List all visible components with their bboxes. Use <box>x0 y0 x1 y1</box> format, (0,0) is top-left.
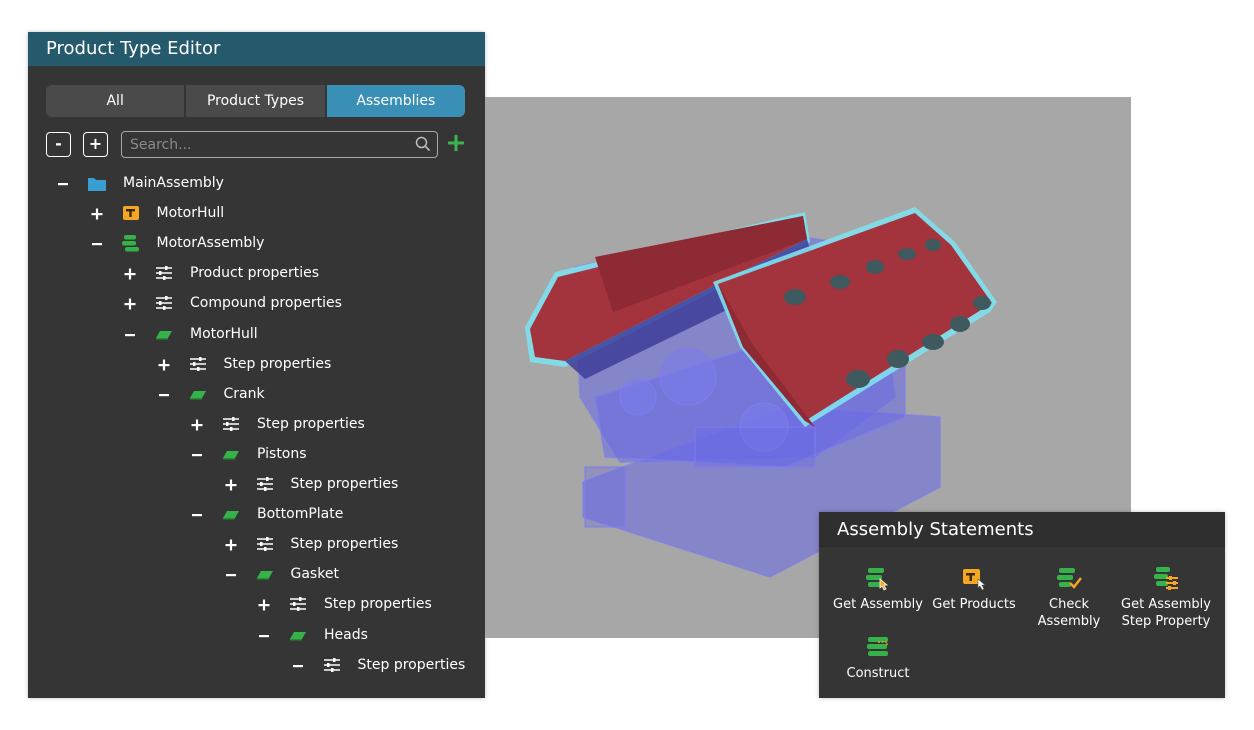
tree-node[interactable]: MotorAssembly <box>28 231 485 255</box>
expand-icon[interactable] <box>190 417 204 431</box>
collapse-icon[interactable] <box>56 176 70 190</box>
construct-icon <box>867 637 888 656</box>
tree-node-label: Step properties <box>257 415 365 432</box>
get-products-label: Get Products <box>932 597 1016 612</box>
tree-node-label: Step properties <box>324 596 432 613</box>
tree-node-label: MotorHull <box>156 205 225 222</box>
properties-icon <box>188 354 208 374</box>
step-icon <box>255 564 275 584</box>
check-assembly-statement[interactable]: Check Assembly <box>1021 564 1117 630</box>
collapse-icon[interactable] <box>190 447 204 461</box>
get-assembly-icon <box>866 568 889 591</box>
tree-node-label: Compound properties <box>190 295 342 312</box>
properties-icon <box>221 414 241 434</box>
editor-title: Product Type Editor <box>28 32 485 66</box>
search-input[interactable] <box>128 134 412 156</box>
tree-node-label: MotorHull <box>190 325 258 342</box>
tree-node-label: Step properties <box>357 656 466 673</box>
get-products-icon <box>963 569 986 591</box>
collapse-icon[interactable] <box>257 628 271 642</box>
tree-node[interactable]: Pistons <box>28 442 485 466</box>
tree-node-label: BottomPlate <box>257 506 344 523</box>
tree-node-label: MainAssembly <box>123 175 224 191</box>
tree-node[interactable]: MotorHull <box>28 322 485 346</box>
construct-label: Construct <box>846 666 910 681</box>
step-icon <box>188 384 208 404</box>
get-products-statement[interactable]: Get Products <box>926 564 1022 613</box>
folder-icon <box>87 173 107 193</box>
properties-icon <box>255 474 275 494</box>
get-assembly-step-property-label: Get Assembly Step Property <box>1121 597 1211 629</box>
collapse-all-button[interactable]: - <box>46 132 71 157</box>
tab-assemblies[interactable]: Assemblies <box>326 85 465 117</box>
tree-node-label: Heads <box>324 626 368 643</box>
expand-icon[interactable] <box>157 357 171 371</box>
tab-all[interactable]: All <box>46 85 187 117</box>
collapse-icon[interactable] <box>90 236 104 250</box>
search-icon[interactable] <box>415 136 431 152</box>
get-assembly-step-property-statement[interactable]: Get Assembly Step Property <box>1118 564 1214 630</box>
collapse-icon[interactable] <box>190 507 204 521</box>
expand-icon[interactable] <box>224 537 238 551</box>
check-assembly-label: Check Assembly <box>1037 597 1101 629</box>
tree-node[interactable]: Product properties <box>28 261 485 285</box>
tree-node[interactable]: Step properties <box>28 412 485 436</box>
tree-node-label: Step properties <box>290 476 399 492</box>
properties-icon <box>322 655 342 675</box>
step-icon <box>154 324 174 344</box>
assembly-icon <box>121 233 141 253</box>
tree-node-label: Product properties <box>190 265 320 282</box>
tree-node-label: Crank <box>223 385 265 402</box>
properties-icon <box>154 293 174 313</box>
editor-tabs: All Product Types Assemblies <box>46 85 465 117</box>
tree-node-label: Pistons <box>257 445 307 462</box>
collapse-icon[interactable] <box>123 327 137 341</box>
tree-node[interactable]: MotorHull <box>28 201 485 225</box>
properties-icon <box>288 594 308 614</box>
tree-node-label: Step properties <box>290 536 399 553</box>
expand-icon[interactable] <box>123 296 137 310</box>
get-assembly-step-property-icon <box>1154 567 1178 590</box>
expand-icon[interactable] <box>257 597 271 611</box>
collapse-icon[interactable] <box>157 387 171 401</box>
expand-icon[interactable] <box>90 206 104 220</box>
expand-icon[interactable] <box>123 266 137 280</box>
tree-node-label: MotorAssembly <box>156 235 265 252</box>
collapse-icon[interactable] <box>224 567 238 581</box>
check-assembly-icon <box>1057 568 1082 589</box>
tree-node[interactable]: Gasket <box>28 562 485 586</box>
expand-icon[interactable] <box>224 477 238 491</box>
add-icon[interactable] <box>446 133 466 153</box>
tree-node-label: Step properties <box>223 355 332 372</box>
tree-node[interactable]: BottomPlate <box>28 502 485 526</box>
properties-icon <box>255 534 275 554</box>
step-icon <box>288 625 308 645</box>
tree-node[interactable]: Step properties <box>28 472 485 496</box>
tree-node[interactable]: MainAssembly <box>28 171 485 195</box>
assembly-statements-panel: Assembly Statements Get Assembly Get Pro… <box>819 512 1225 698</box>
search-box <box>121 131 438 158</box>
tree-node[interactable]: Compound properties <box>28 291 485 315</box>
get-assembly-statement[interactable]: Get Assembly <box>830 564 926 613</box>
properties-icon <box>154 263 174 283</box>
product-type-editor-panel: Product Type Editor All Product Types As… <box>28 32 485 698</box>
tab-product-types[interactable]: Product Types <box>186 85 327 117</box>
tree-node[interactable]: Step properties <box>28 532 485 556</box>
step-icon <box>221 444 241 464</box>
step-icon <box>221 504 241 524</box>
tree-node-label: Gasket <box>290 566 339 583</box>
tree-node[interactable]: Step properties <box>28 653 485 677</box>
tree-node[interactable]: Crank <box>28 382 485 406</box>
construct-statement[interactable]: Construct <box>830 633 926 682</box>
tree-node[interactable]: Step properties <box>28 592 485 616</box>
statements-title: Assembly Statements <box>819 512 1225 547</box>
expand-all-button[interactable]: + <box>83 132 108 157</box>
get-assembly-label: Get Assembly <box>833 597 923 612</box>
tree-node[interactable]: Heads <box>28 623 485 647</box>
product-type-icon <box>121 203 141 223</box>
tree-node[interactable]: Step properties <box>28 352 485 376</box>
collapse-icon[interactable] <box>291 658 305 672</box>
